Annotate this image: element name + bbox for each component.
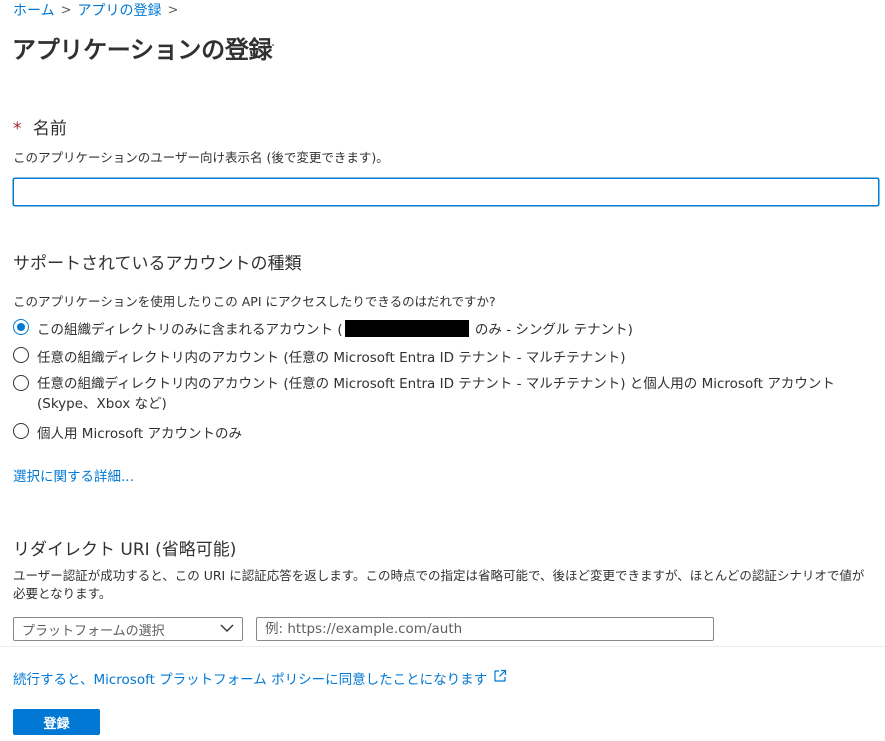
account-option-personal-only[interactable]: 個人用 Microsoft アカウントのみ [13, 422, 883, 442]
option-label: 任意の組織ディレクトリ内のアカウント (任意の Microsoft Entra … [37, 376, 835, 412]
external-link-icon [493, 669, 507, 687]
required-marker: * [13, 119, 22, 139]
radio-unselected-icon[interactable] [13, 423, 29, 439]
platform-policy-link[interactable]: 続行すると、Microsoft プラットフォーム ポリシーに同意したことになりま… [13, 668, 507, 688]
account-types-question: このアプリケーションを使用したりこの API にアクセスしたりできるのはだれです… [13, 294, 496, 309]
platform-select[interactable]: プラットフォームの選択 [13, 617, 243, 641]
account-option-single-tenant[interactable]: この組織ディレクトリのみに含まれるアカウント ( のみ - シングル テナント) [13, 318, 883, 338]
name-input[interactable] [13, 178, 879, 206]
chevron-right-icon: > [167, 2, 179, 18]
register-button[interactable]: 登録 [13, 709, 100, 735]
redirect-uri-label: リダイレクト URI (省略可能) [13, 540, 237, 560]
radio-unselected-icon[interactable] [13, 347, 29, 363]
option-label: 任意の組織ディレクトリ内のアカウント (任意の Microsoft Entra … [37, 350, 626, 366]
page-title: アプリケーションの登録 [12, 36, 273, 64]
name-description: このアプリケーションのユーザー向け表示名 (後で変更できます)。 [13, 150, 389, 165]
account-option-multi-tenant-personal[interactable]: 任意の組織ディレクトリ内のアカウント (任意の Microsoft Entra … [13, 374, 883, 414]
breadcrumb-home-link[interactable]: ホーム [13, 0, 55, 20]
platform-select-value: プラットフォームの選択 [22, 623, 165, 639]
breadcrumb: ホーム > アプリの登録 > [13, 0, 178, 20]
chevron-right-icon: > [60, 2, 72, 18]
radio-selected-icon[interactable] [13, 319, 29, 335]
account-types-label: サポートされているアカウントの種類 [13, 254, 302, 274]
breadcrumb-app-registrations-link[interactable]: アプリの登録 [78, 0, 162, 20]
footer-divider [0, 646, 885, 647]
redirect-uri-description: ユーザー認証が成功すると、この URI に認証応答を返します。この時点での指定は… [13, 568, 865, 601]
account-option-multi-tenant[interactable]: 任意の組織ディレクトリ内のアカウント (任意の Microsoft Entra … [13, 346, 883, 366]
option-label: 個人用 Microsoft アカウントのみ [37, 426, 243, 442]
redirect-uri-input[interactable] [256, 617, 714, 641]
name-label-text: 名前 [32, 119, 67, 139]
redacted-tenant-name [344, 320, 469, 337]
more-options-icon[interactable]: ··· [262, 38, 275, 54]
radio-unselected-icon[interactable] [13, 375, 29, 391]
name-label: * 名前 [13, 114, 67, 139]
chevron-down-icon [220, 622, 234, 637]
help-choosing-link[interactable]: 選択に関する詳細... [13, 465, 134, 485]
option-label: この組織ディレクトリのみに含まれるアカウント ( のみ - シングル テナント) [37, 320, 633, 338]
